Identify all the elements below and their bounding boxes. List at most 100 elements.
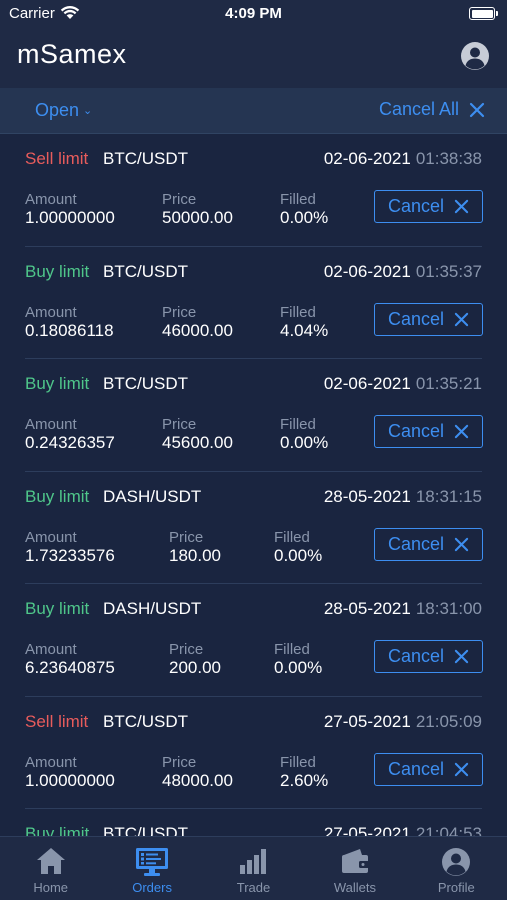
cancel-order-button[interactable]: Cancel bbox=[374, 752, 483, 786]
profile-icon bbox=[442, 848, 471, 876]
order-date: 02-06-2021 bbox=[323, 261, 411, 281]
price-label: Price bbox=[162, 753, 197, 771]
amount-value: 6.23640875 bbox=[25, 658, 115, 677]
cancel-label: Cancel bbox=[387, 758, 445, 779]
bottom-tab-bar: Home Orders Trade Wallets Profile bbox=[0, 836, 507, 900]
amount-label: Amount bbox=[25, 191, 77, 208]
tab-label: Profile bbox=[437, 880, 475, 895]
order-row: Buy limit BTC/USDT 02-06-2021 01:35:21 Am… bbox=[0, 359, 507, 472]
amount-value: 1.73233576 bbox=[25, 545, 115, 565]
order-pair: BTC/USDT bbox=[103, 374, 188, 393]
order-time: 18:31:00 bbox=[415, 599, 482, 618]
amount-label: Amount bbox=[25, 528, 77, 546]
cancel-order-button[interactable]: Cancel bbox=[374, 527, 483, 561]
cancel-label: Cancel bbox=[387, 196, 445, 216]
tab-label: Trade bbox=[236, 880, 271, 895]
price-value: 50000.00 bbox=[162, 208, 233, 227]
filled-value: 0.00% bbox=[280, 208, 329, 227]
price-label: Price bbox=[162, 191, 197, 208]
cancel-label: Cancel bbox=[387, 421, 445, 441]
status-bar: Carrier 4:09 PM bbox=[0, 0, 507, 28]
amount-value: 1.00000000 bbox=[25, 208, 115, 227]
order-time: 18:31:15 bbox=[415, 486, 482, 506]
price-label: Price bbox=[162, 303, 197, 321]
order-date: 27-05-2021 bbox=[323, 824, 411, 836]
price-value: 46000.00 bbox=[162, 320, 233, 340]
order-time: 21:05:09 bbox=[415, 711, 482, 731]
cancel-order-button[interactable]: Cancel bbox=[374, 302, 483, 336]
price-value: 48000.00 bbox=[162, 770, 233, 790]
amount-label: Amount bbox=[25, 303, 77, 321]
cancel-order-button[interactable]: Cancel bbox=[374, 190, 483, 223]
user-circle-icon[interactable] bbox=[460, 41, 490, 71]
order-row: Buy limit BTC/USDT 27-05-2021 21:04:53 bbox=[0, 809, 507, 836]
tab-label: Orders bbox=[132, 880, 172, 895]
order-date: 28-05-2021 bbox=[323, 599, 411, 618]
order-side-label: Sell limit bbox=[25, 711, 89, 731]
app-title: mSamex bbox=[17, 39, 127, 69]
order-datetime: 02-06-2021 01:35:21 bbox=[324, 374, 482, 394]
order-date: 02-06-2021 bbox=[323, 149, 411, 168]
order-pair: BTC/USDT bbox=[103, 149, 188, 168]
filled-label: Filled bbox=[280, 303, 316, 321]
orders-icon bbox=[136, 848, 169, 876]
close-icon bbox=[454, 199, 469, 214]
tab-orders[interactable]: Orders bbox=[101, 837, 202, 900]
tab-label: Wallets bbox=[333, 880, 376, 895]
order-datetime: 27-05-2021 21:05:09 bbox=[324, 712, 482, 732]
cancel-label: Cancel bbox=[387, 308, 445, 329]
cancel-order-button[interactable]: Cancel bbox=[374, 415, 483, 448]
open-filter-label: Open bbox=[35, 100, 80, 120]
cancel-all-label: Cancel All bbox=[378, 99, 459, 119]
home-icon bbox=[36, 848, 65, 874]
filled-label: Filled bbox=[274, 641, 310, 658]
order-row: Sell limit BTC/USDT 02-06-2021 01:38:38 A… bbox=[0, 134, 507, 247]
filled-value: 0.00% bbox=[274, 658, 323, 677]
trade-chart-icon bbox=[240, 849, 267, 874]
amount-label: Amount bbox=[25, 416, 77, 433]
cancel-label: Cancel bbox=[387, 533, 445, 554]
order-side-label: Buy limit bbox=[25, 374, 90, 393]
tab-home[interactable]: Home bbox=[0, 837, 101, 900]
order-pair: BTC/USDT bbox=[103, 261, 188, 281]
order-row: Buy limit BTC/USDT 02-06-2021 01:35:37 Am… bbox=[0, 247, 507, 359]
order-time: 01:38:38 bbox=[415, 149, 482, 168]
chevron-down-icon: ⌄ bbox=[83, 105, 93, 117]
filled-label: Filled bbox=[274, 528, 310, 546]
price-value: 45600.00 bbox=[162, 433, 233, 452]
cancel-label: Cancel bbox=[387, 646, 445, 666]
order-date: 28-05-2021 bbox=[323, 486, 411, 506]
tab-label: Home bbox=[33, 880, 69, 895]
amount-value: 1.00000000 bbox=[25, 770, 115, 790]
cancel-all-button[interactable]: Cancel All bbox=[379, 99, 485, 120]
tab-wallets[interactable]: Wallets bbox=[304, 837, 405, 900]
order-datetime: 28-05-2021 18:31:00 bbox=[324, 599, 482, 619]
filled-value: 0.00% bbox=[274, 545, 323, 565]
price-value: 180.00 bbox=[169, 545, 221, 565]
filled-label: Filled bbox=[280, 191, 316, 208]
order-side-label: Sell limit bbox=[25, 149, 89, 168]
order-datetime: 27-05-2021 21:04:53 bbox=[324, 824, 482, 836]
price-label: Price bbox=[162, 416, 197, 433]
order-time: 01:35:21 bbox=[415, 374, 482, 393]
orders-list: Sell limit BTC/USDT 02-06-2021 01:38:38 A… bbox=[0, 134, 507, 836]
order-date: 02-06-2021 bbox=[323, 374, 411, 393]
order-side-label: Buy limit bbox=[25, 486, 90, 506]
filled-value: 4.04% bbox=[280, 320, 329, 340]
order-date: 27-05-2021 bbox=[323, 711, 411, 731]
tab-profile[interactable]: Profile bbox=[406, 837, 507, 900]
order-side-label: Buy limit bbox=[25, 824, 90, 836]
order-row: Sell limit BTC/USDT 27-05-2021 21:05:09 A… bbox=[0, 697, 507, 809]
open-filter-dropdown[interactable]: Open ⌄ bbox=[35, 100, 92, 121]
amount-label: Amount bbox=[25, 641, 77, 658]
filter-bar: Open ⌄ Cancel All bbox=[0, 88, 507, 134]
tab-trade[interactable]: Trade bbox=[203, 837, 304, 900]
order-time: 21:04:53 bbox=[415, 824, 482, 836]
cancel-order-button[interactable]: Cancel bbox=[374, 640, 483, 673]
order-datetime: 02-06-2021 01:38:38 bbox=[324, 149, 482, 169]
battery-icon bbox=[469, 7, 498, 20]
price-label: Price bbox=[169, 528, 204, 546]
close-icon bbox=[454, 649, 469, 664]
order-side-label: Buy limit bbox=[25, 599, 90, 618]
order-datetime: 02-06-2021 01:35:37 bbox=[324, 262, 482, 282]
